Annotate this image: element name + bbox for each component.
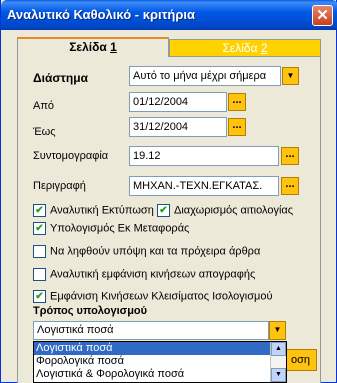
calc-method-dropdown-button[interactable]: ▼	[269, 321, 286, 340]
split-reasons-label: Διαχωρισμός αιτιολογίας	[174, 204, 294, 217]
period-select[interactable]: Αυτό το μήνα μέχρι σήμερα	[129, 66, 281, 86]
tab-page-1-label: Σελίδα	[69, 40, 111, 54]
calc-method-label: Τρόπος υπολογισμού	[33, 305, 148, 317]
from-label: Από	[33, 100, 55, 112]
checkbox-inventory-moves[interactable]: Αναλυτική εμφάνιση κινήσεων απογραφής	[33, 268, 255, 282]
closing-moves-label: Εμφάνιση Κινήσεων Κλεισίματος Ισολογισμο…	[50, 290, 273, 303]
close-button[interactable]: ✕	[312, 5, 333, 26]
carry-forward-label: Υπολογισμός Εκ Μεταφοράς	[50, 222, 190, 235]
calc-method-select[interactable]: Λογιστικά ποσά	[33, 321, 269, 340]
title-bar[interactable]: Αναλυτικό Καθολικό - κριτήρια ✕	[1, 0, 337, 30]
calc-method-dropdown-list: Λογιστικά ποσά Φορολογικά ποσά Λογιστικά…	[33, 341, 287, 383]
from-date-input[interactable]: 01/12/2004	[129, 92, 227, 112]
detailed-print-label: Αναλυτική Εκτύπωση	[50, 204, 154, 217]
checkbox-split-reasons[interactable]: ✔ Διαχωρισμός αιτιολογίας	[157, 204, 293, 218]
account-lookup-button[interactable]: ...	[281, 147, 299, 165]
chevron-down-icon: ▼	[273, 325, 282, 334]
tab-page-2[interactable]: Σελίδα 2	[169, 39, 321, 57]
checkbox-closing-moves[interactable]: ✔ Εμφάνιση Κινήσεων Κλεισίματος Ισολογισμ…	[33, 290, 273, 304]
checkbox-detailed-print[interactable]: ✔ Αναλυτική Εκτύπωση	[33, 204, 154, 218]
description-label: Περιγραφή	[33, 180, 86, 192]
account-input[interactable]: 19.12	[129, 146, 279, 166]
dropdown-option-tax[interactable]: Φορολογικά ποσά	[34, 355, 286, 368]
unchecked-box-icon	[33, 268, 46, 281]
period-label: Διάστημα	[33, 71, 88, 85]
inventory-moves-label: Αναλυτική εμφάνιση κινήσεων απογραφής	[50, 268, 256, 281]
scroll-down-button[interactable]: ▼	[271, 368, 286, 382]
checkbox-draft-entries[interactable]: Να ληφθούν υπόψη και τα πρόχειρα άρθρα	[33, 245, 260, 259]
to-label: Έως	[33, 126, 56, 138]
chevron-down-icon: ▼	[275, 371, 282, 378]
period-dropdown-button[interactable]: ▼	[282, 67, 299, 85]
tab-page-1[interactable]: Σελίδα 1	[17, 37, 169, 57]
tab-page-2-number: 2	[260, 41, 268, 55]
tab-page-1-number: 1	[110, 40, 117, 54]
window-title: Αναλυτικό Καθολικό - κριτήρια	[7, 7, 196, 22]
check-icon: ✔	[33, 290, 46, 303]
unchecked-box-icon	[33, 245, 46, 258]
chevron-up-icon: ▲	[275, 345, 282, 352]
from-date-picker-button[interactable]: ...	[228, 93, 246, 111]
draft-entries-label: Να ληφθούν υπόψη και τα πρόχειρα άρθρα	[50, 245, 261, 258]
tab-page-2-label: Σελίδα	[222, 41, 261, 55]
account-label: Συντομογραφία	[33, 150, 109, 162]
check-icon: ✔	[33, 204, 46, 217]
to-date-picker-button[interactable]: ...	[228, 118, 246, 136]
to-date-input[interactable]: 31/12/2004	[129, 117, 227, 137]
scroll-up-button[interactable]: ▲	[271, 342, 286, 356]
checkbox-carry-forward[interactable]: ✔ Υπολογισμός Εκ Μεταφοράς	[33, 222, 189, 236]
criteria-dialog: Αναλυτικό Καθολικό - κριτήρια ✕ Σελίδα 1…	[0, 0, 337, 383]
check-icon: ✔	[157, 204, 170, 217]
chevron-down-icon: ▼	[286, 71, 295, 80]
dropdown-scrollbar[interactable]: ▲ ▼	[270, 342, 286, 382]
description-input[interactable]: ΜΗΧΑΝ.-ΤΕΧΝ.ΕΓΚΑΤΑΣ.	[129, 176, 279, 196]
dropdown-option-accounting-and-tax[interactable]: Λογιστικά & Φορολογικά ποσά	[34, 368, 286, 381]
check-icon: ✔	[33, 222, 46, 235]
dropdown-option-accounting[interactable]: Λογιστικά ποσά	[34, 342, 286, 355]
description-lookup-button[interactable]: ...	[281, 177, 299, 195]
